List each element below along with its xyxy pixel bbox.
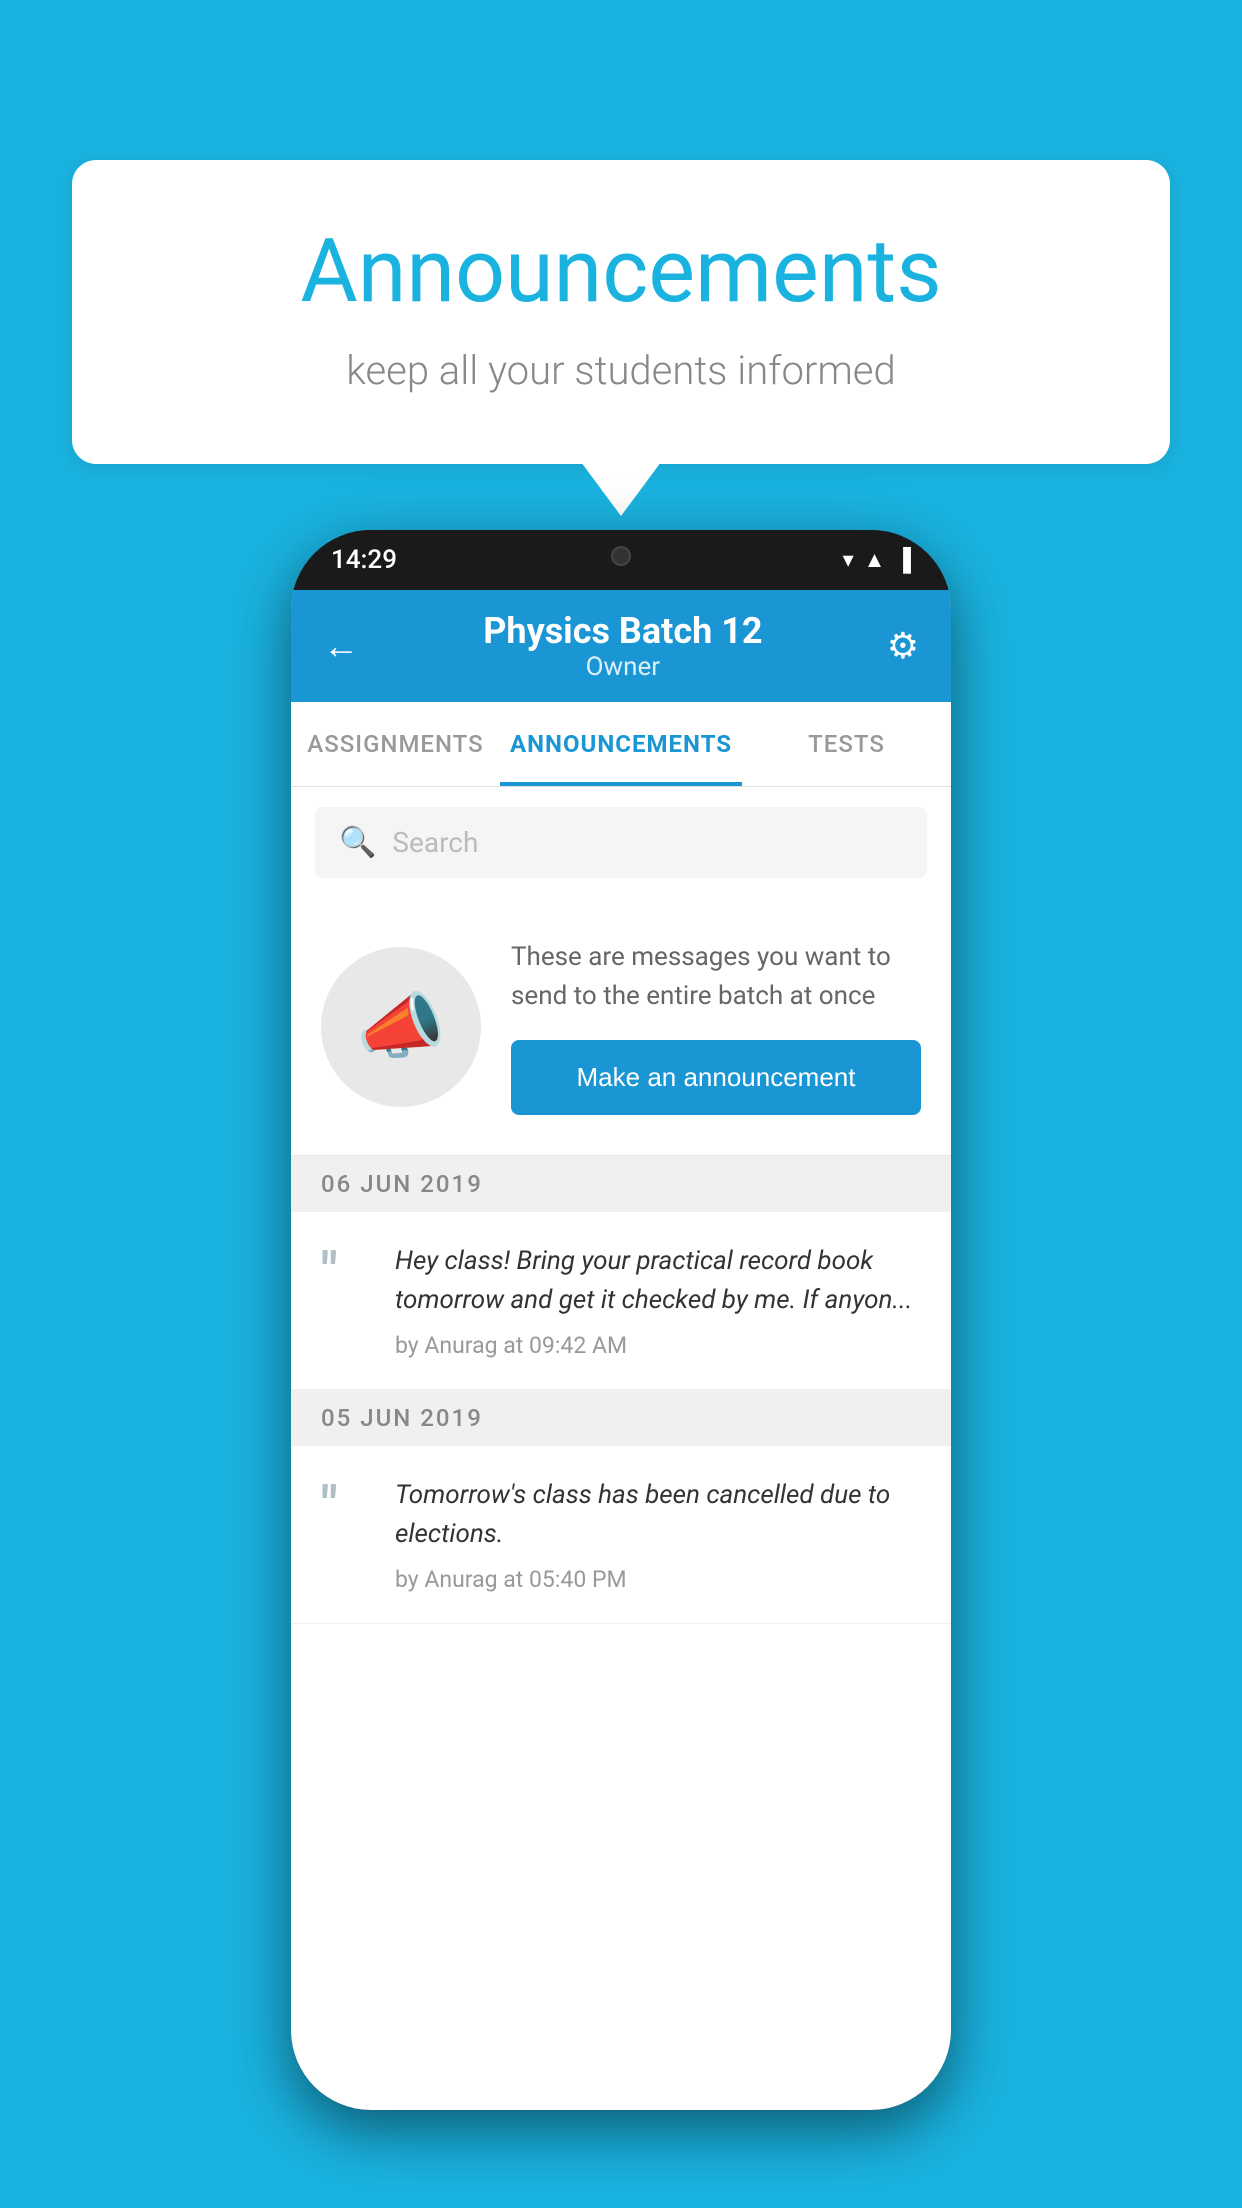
announcement-item-2[interactable]: " Tomorrow's class has been cancelled du… (291, 1446, 951, 1624)
speech-bubble-container: Announcements keep all your students inf… (72, 160, 1170, 464)
announcement-item-1[interactable]: " Hey class! Bring your practical record… (291, 1212, 951, 1390)
bubble-title: Announcements (152, 220, 1090, 323)
announcement-prompt: 📣 These are messages you want to send to… (291, 898, 951, 1156)
status-icons: ▾ ▲ ▐ (843, 547, 911, 573)
date-separator-1: 06 JUN 2019 (291, 1156, 951, 1212)
tab-announcements[interactable]: ANNOUNCEMENTS (500, 702, 742, 786)
date-separator-2: 05 JUN 2019 (291, 1390, 951, 1446)
megaphone-icon: 📣 (356, 984, 446, 1069)
phone: 14:29 ▾ ▲ ▐ ← Physics Batch 12 Owner ⚙ A… (291, 530, 951, 2110)
battery-icon: ▐ (895, 547, 911, 573)
app-header: ← Physics Batch 12 Owner ⚙ (291, 590, 951, 702)
announcement-description: These are messages you want to send to t… (511, 938, 921, 1016)
megaphone-circle: 📣 (321, 947, 481, 1107)
status-bar: 14:29 ▾ ▲ ▐ (291, 530, 951, 590)
tabs-container: ASSIGNMENTS ANNOUNCEMENTS TESTS (291, 702, 951, 787)
announcement-meta-2: by Anurag at 05:40 PM (395, 1566, 921, 1593)
make-announcement-button[interactable]: Make an announcement (511, 1040, 921, 1115)
phone-screen: ← Physics Batch 12 Owner ⚙ ASSIGNMENTS A… (291, 590, 951, 2110)
announcement-right: These are messages you want to send to t… (511, 938, 921, 1115)
header-title: Physics Batch 12 (359, 610, 887, 652)
settings-button[interactable]: ⚙ (887, 625, 919, 667)
quote-icon-1: " (321, 1246, 371, 1298)
announcement-content-1: Hey class! Bring your practical record b… (395, 1242, 921, 1359)
search-icon: 🔍 (339, 825, 376, 860)
search-placeholder: Search (392, 826, 478, 859)
announcement-text-2: Tomorrow's class has been cancelled due … (395, 1476, 921, 1554)
wifi-icon: ▾ (843, 548, 854, 573)
header-subtitle: Owner (359, 652, 887, 682)
speech-bubble: Announcements keep all your students inf… (72, 160, 1170, 464)
quote-icon-2: " (321, 1480, 371, 1532)
search-container: 🔍 Search (291, 787, 951, 898)
status-time: 14:29 (331, 545, 397, 575)
camera (611, 546, 631, 566)
announcement-content-2: Tomorrow's class has been cancelled due … (395, 1476, 921, 1593)
bubble-subtitle: keep all your students informed (152, 347, 1090, 394)
header-title-area: Physics Batch 12 Owner (359, 610, 887, 682)
announcement-text-1: Hey class! Bring your practical record b… (395, 1242, 921, 1320)
tab-assignments[interactable]: ASSIGNMENTS (291, 702, 500, 786)
search-bar[interactable]: 🔍 Search (315, 807, 927, 878)
signal-icon: ▲ (864, 547, 886, 573)
tab-tests[interactable]: TESTS (742, 702, 951, 786)
announcement-meta-1: by Anurag at 09:42 AM (395, 1332, 921, 1359)
notch (531, 530, 711, 582)
back-button[interactable]: ← (323, 625, 359, 667)
